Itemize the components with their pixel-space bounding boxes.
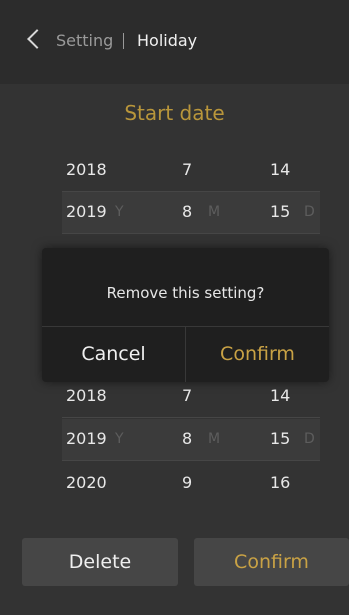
start-date-title: Start date	[124, 101, 225, 125]
start-month-value: 7	[182, 160, 193, 179]
end-picker-row[interactable]: 2018 7 14	[62, 376, 320, 418]
end-month-value: 9	[182, 473, 193, 492]
end-month-value: 8	[182, 429, 193, 448]
confirm-button[interactable]: Confirm	[194, 538, 349, 586]
day-unit: D	[304, 204, 315, 220]
start-year-value: 2019	[66, 202, 107, 221]
start-picker-row[interactable]: 2018 7 14	[62, 150, 320, 192]
delete-button[interactable]: Delete	[22, 538, 178, 586]
top-bar: Setting Holiday	[0, 0, 349, 84]
end-month-value: 7	[182, 386, 193, 405]
start-day-value: 15	[270, 202, 291, 221]
remove-confirm-dialog: Remove this setting? Cancel Confirm	[42, 248, 329, 382]
end-year-value: 2020	[66, 473, 107, 492]
breadcrumb-setting[interactable]: Setting	[56, 31, 113, 50]
start-day-value: 14	[270, 160, 291, 179]
start-picker-row-selected[interactable]: 2019 Y 8 M 15 D	[62, 192, 320, 234]
year-unit: Y	[115, 204, 124, 220]
end-year-value: 2018	[66, 386, 107, 405]
month-unit: M	[208, 431, 221, 447]
year-unit: Y	[115, 431, 124, 447]
start-year-value: 2018	[66, 160, 107, 179]
end-day-value: 14	[270, 386, 291, 405]
dialog-confirm-button[interactable]: Confirm	[186, 327, 329, 382]
chevron-left-icon[interactable]	[27, 29, 47, 49]
end-picker-row[interactable]: 2020 9 16	[62, 463, 320, 505]
end-day-value: 16	[270, 473, 291, 492]
page-title: Holiday	[137, 31, 198, 50]
end-picker-row-selected[interactable]: 2019 Y 8 M 15 D	[62, 419, 320, 461]
end-year-value: 2019	[66, 429, 107, 448]
month-unit: M	[208, 204, 221, 220]
dialog-message: Remove this setting?	[106, 284, 265, 302]
start-month-value: 8	[182, 202, 193, 221]
day-unit: D	[304, 431, 315, 447]
dialog-cancel-button[interactable]: Cancel	[42, 327, 185, 382]
end-day-value: 15	[270, 429, 291, 448]
breadcrumb-divider	[123, 33, 124, 49]
